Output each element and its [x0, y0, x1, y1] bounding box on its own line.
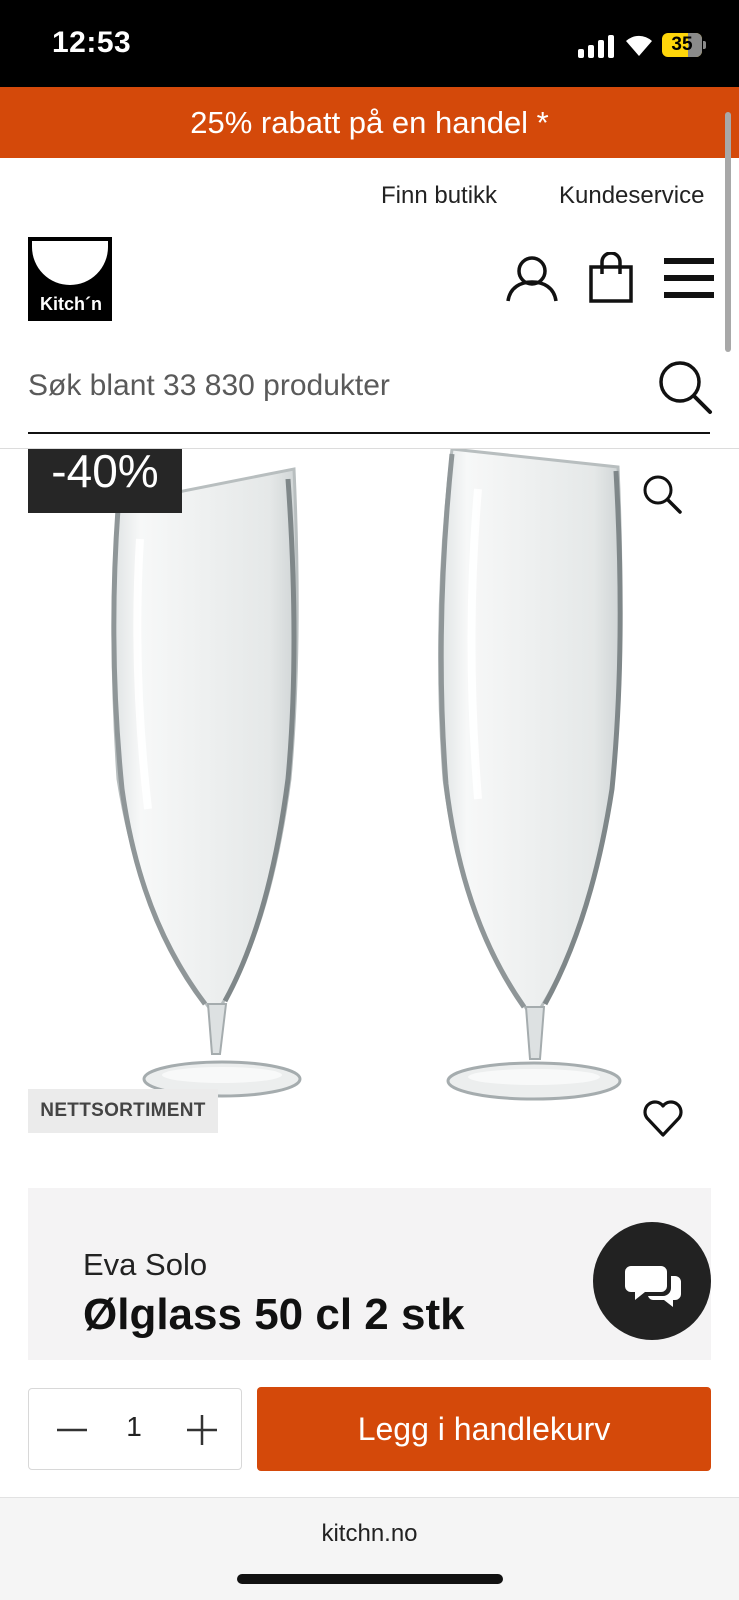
decrease-quantity-button[interactable] — [49, 1407, 95, 1453]
status-time: 12:53 — [52, 26, 132, 59]
home-indicator[interactable] — [237, 1574, 503, 1584]
quantity-value[interactable]: 1 — [109, 1411, 159, 1443]
cart-button[interactable] — [588, 251, 634, 304]
hamburger-menu-icon — [664, 258, 714, 298]
battery-icon: 35 — [662, 33, 706, 57]
chat-button[interactable] — [593, 1222, 711, 1340]
left-glass — [111, 467, 302, 1098]
promo-banner[interactable]: 25% rabatt på en handel * — [0, 87, 739, 158]
browser-address-bar — [0, 1497, 739, 1600]
increase-quantity-button[interactable] — [179, 1407, 225, 1453]
battery-level: 35 — [671, 34, 693, 55]
product-image[interactable] — [0, 449, 739, 1149]
search-icon — [659, 361, 712, 414]
product-brand[interactable]: Eva Solo — [83, 1247, 207, 1283]
minus-icon — [57, 1428, 87, 1432]
logo-text: Kitch´n — [40, 294, 102, 314]
online-assortment-badge: NETTSORTIMENT — [28, 1089, 218, 1133]
account-button[interactable] — [504, 254, 560, 304]
discount-badge: -40% — [28, 448, 182, 513]
chat-bubbles-icon — [625, 1266, 681, 1307]
logo-bowl-shape — [32, 241, 108, 285]
status-bar: 12:53 35 — [0, 0, 739, 87]
menu-button[interactable] — [662, 256, 716, 300]
address-url[interactable]: kitchn.no — [0, 1520, 739, 1548]
add-to-cart-button[interactable]: Legg i handlekurv — [257, 1387, 711, 1471]
product-title: Ølglass 50 cl 2 stk — [83, 1290, 465, 1339]
wifi-icon — [626, 35, 652, 56]
cellular-signal-icon — [578, 34, 614, 58]
heart-icon — [643, 1100, 683, 1137]
customer-service-link[interactable]: Kundeservice — [559, 182, 704, 210]
page-scrollbar[interactable] — [725, 112, 731, 352]
favorite-button[interactable] — [641, 1096, 685, 1140]
quantity-stepper: 1 — [28, 1388, 242, 1470]
shopping-bag-icon — [589, 251, 633, 303]
right-glass — [438, 449, 623, 1101]
search-button[interactable] — [656, 358, 714, 416]
kitchn-logo[interactable]: Kitch´n — [28, 237, 112, 321]
zoom-icon — [643, 475, 682, 514]
find-store-link[interactable]: Finn butikk — [381, 182, 497, 210]
search-input[interactable] — [28, 360, 648, 412]
search-underline — [28, 432, 710, 434]
plus-icon — [187, 1415, 217, 1445]
user-icon — [506, 256, 558, 302]
zoom-button[interactable] — [640, 472, 684, 516]
